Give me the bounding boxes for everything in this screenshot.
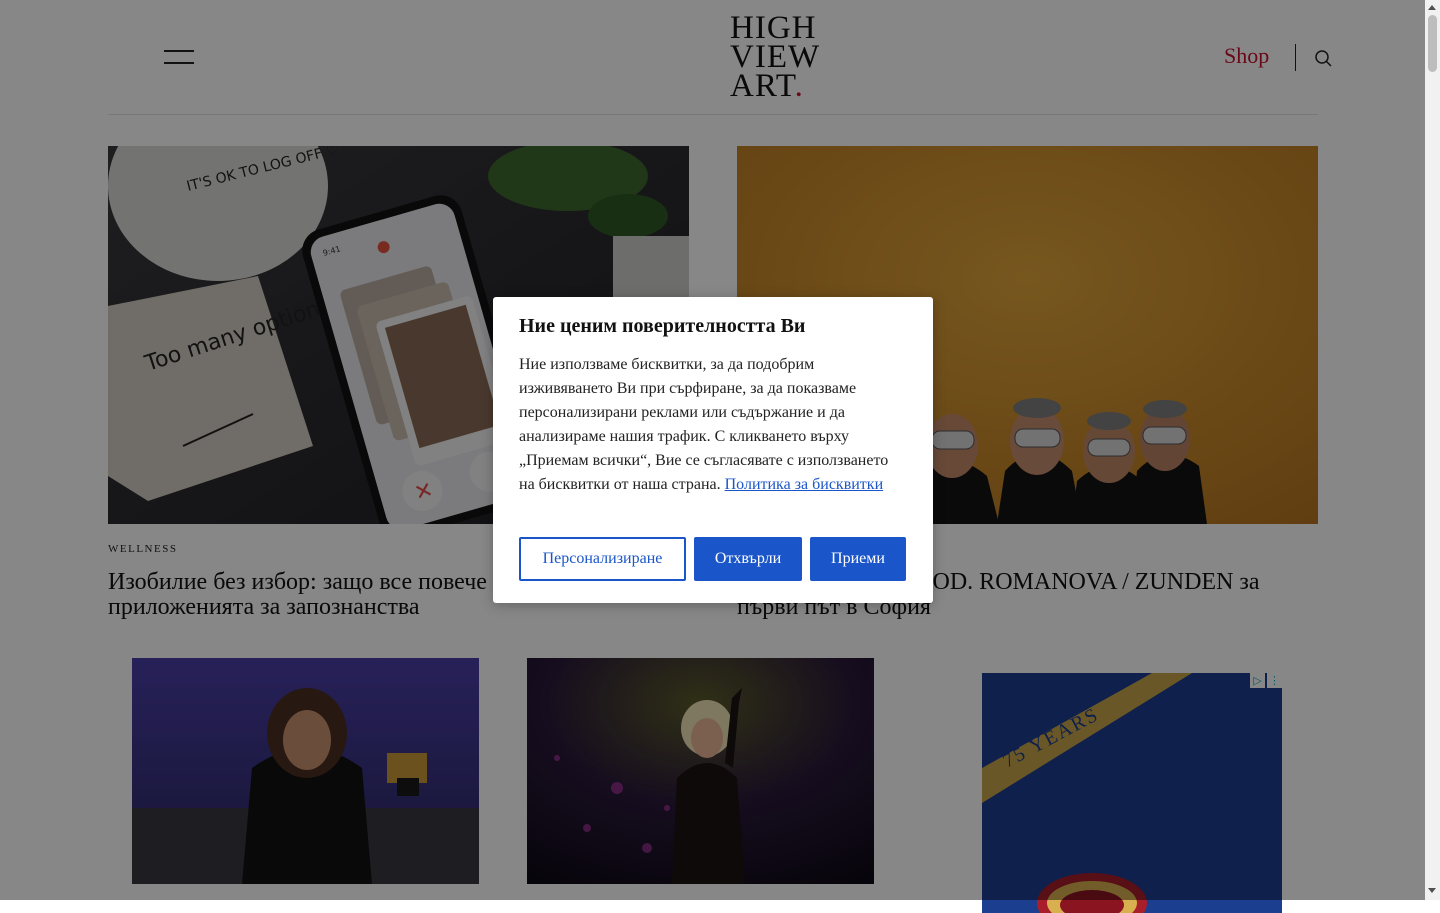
reject-button[interactable]: Отхвърли: [694, 537, 802, 581]
scroll-up-arrow-icon[interactable]: [1428, 5, 1436, 10]
accept-button[interactable]: Приеми: [810, 537, 906, 581]
customize-button[interactable]: Персонализиране: [519, 537, 686, 581]
scrollbar-thumb[interactable]: [1428, 15, 1437, 72]
page-scrollbar[interactable]: [1425, 0, 1440, 900]
cookie-consent-dialog: Ние ценим поверителността Ви Ние използв…: [493, 297, 933, 603]
cookie-policy-link[interactable]: Политика за бисквитки: [725, 476, 884, 493]
scroll-down-arrow-icon[interactable]: [1428, 888, 1436, 893]
cookie-dialog-text: Ние използваме бисквитки, за да подобрим…: [519, 356, 889, 493]
cookie-dialog-title: Ние ценим поверителността Ви: [519, 315, 806, 337]
cookie-dialog-body: Ние използваме бисквитки, за да подобрим…: [519, 353, 894, 497]
